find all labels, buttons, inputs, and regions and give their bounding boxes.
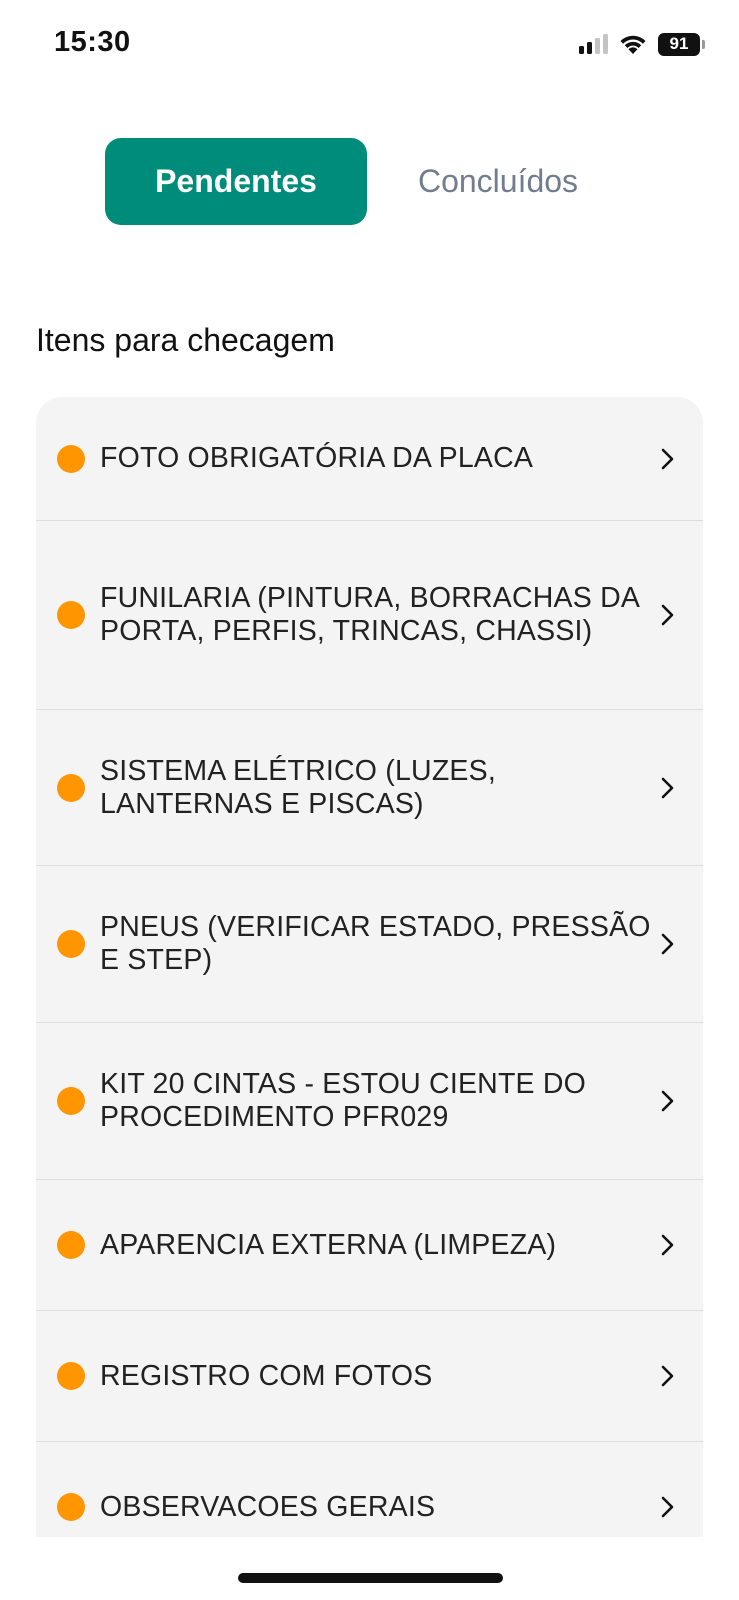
battery-icon: 91 — [658, 32, 700, 56]
list-item[interactable]: FUNILARIA (PINTURA, BORRACHAS DA PORTA, … — [36, 521, 703, 710]
list-item-label: OBSERVACOES GERAIS — [100, 1490, 436, 1523]
tab-concluidos-label: Concluídos — [417, 163, 579, 199]
pending-status-dot — [57, 444, 85, 473]
chevron-right-icon — [661, 1496, 674, 1518]
chevron-right-icon — [661, 1234, 674, 1256]
battery-level: 91 — [669, 34, 689, 53]
list-item[interactable]: PNEUS (VERIFICAR ESTADO, PRESSÃO E STEP) — [36, 866, 703, 1023]
pending-status-dot — [57, 1231, 85, 1259]
tab-concluidos[interactable]: Concluídos — [367, 138, 629, 225]
list-item-label: FOTO OBRIGATÓRIA DA PLACA — [100, 442, 534, 474]
chevron-right-icon — [661, 604, 674, 626]
status-time: 15:30 — [54, 26, 131, 58]
pending-status-dot — [57, 930, 85, 958]
home-indicator[interactable] — [238, 1573, 503, 1583]
checklist: FOTO OBRIGATÓRIA DA PLACA FUNILARIA (PIN… — [36, 397, 703, 1537]
section-title: Itens para checagem — [36, 322, 335, 358]
pending-status-dot — [57, 1493, 85, 1521]
tab-pendentes[interactable]: Pendentes — [105, 138, 367, 225]
list-item-label: APARENCIA EXTERNA (LIMPEZA) — [100, 1228, 557, 1261]
chevron-right-icon — [661, 933, 674, 955]
chevron-right-icon — [661, 448, 674, 469]
list-item[interactable]: REGISTRO COM FOTOS — [36, 1311, 703, 1442]
pending-status-dot — [57, 1087, 85, 1115]
list-item-label: KIT 20 CINTAS - ESTOU CIENTE DO PROCEDIM… — [100, 1068, 587, 1133]
list-item-label: SISTEMA ELÉTRICO (LUZES, LANTERNAS E PIS… — [100, 754, 496, 820]
list-item[interactable]: OBSERVACOES GERAIS — [36, 1442, 703, 1537]
status-icons: 91 — [579, 30, 705, 58]
chevron-right-icon — [661, 1090, 674, 1112]
pending-status-dot — [57, 601, 85, 629]
list-item[interactable]: FOTO OBRIGATÓRIA DA PLACA — [36, 397, 703, 521]
pending-status-dot — [57, 1362, 85, 1390]
chevron-right-icon — [661, 1365, 674, 1387]
signal-icon — [579, 34, 608, 54]
tab-pendentes-label: Pendentes — [155, 163, 317, 199]
list-item[interactable]: APARENCIA EXTERNA (LIMPEZA) — [36, 1180, 703, 1311]
list-item-label: FUNILARIA (PINTURA, BORRACHAS DA PORTA, … — [100, 582, 639, 647]
list-item[interactable]: SISTEMA ELÉTRICO (LUZES, LANTERNAS E PIS… — [36, 710, 703, 866]
checklist-card: FOTO OBRIGATÓRIA DA PLACA FUNILARIA (PIN… — [36, 397, 703, 1537]
status-bar: 15:30 91 — [0, 0, 739, 90]
list-item-label: REGISTRO COM FOTOS — [100, 1359, 433, 1392]
wifi-icon — [620, 35, 646, 54]
chevron-right-icon — [661, 777, 674, 798]
list-item-label: PNEUS (VERIFICAR ESTADO, PRESSÃO E STEP) — [100, 911, 651, 976]
list-item[interactable]: KIT 20 CINTAS - ESTOU CIENTE DO PROCEDIM… — [36, 1023, 703, 1180]
tab-bar: Pendentes Concluídos — [105, 138, 629, 225]
pending-status-dot — [57, 773, 85, 802]
battery-cap — [702, 39, 705, 49]
